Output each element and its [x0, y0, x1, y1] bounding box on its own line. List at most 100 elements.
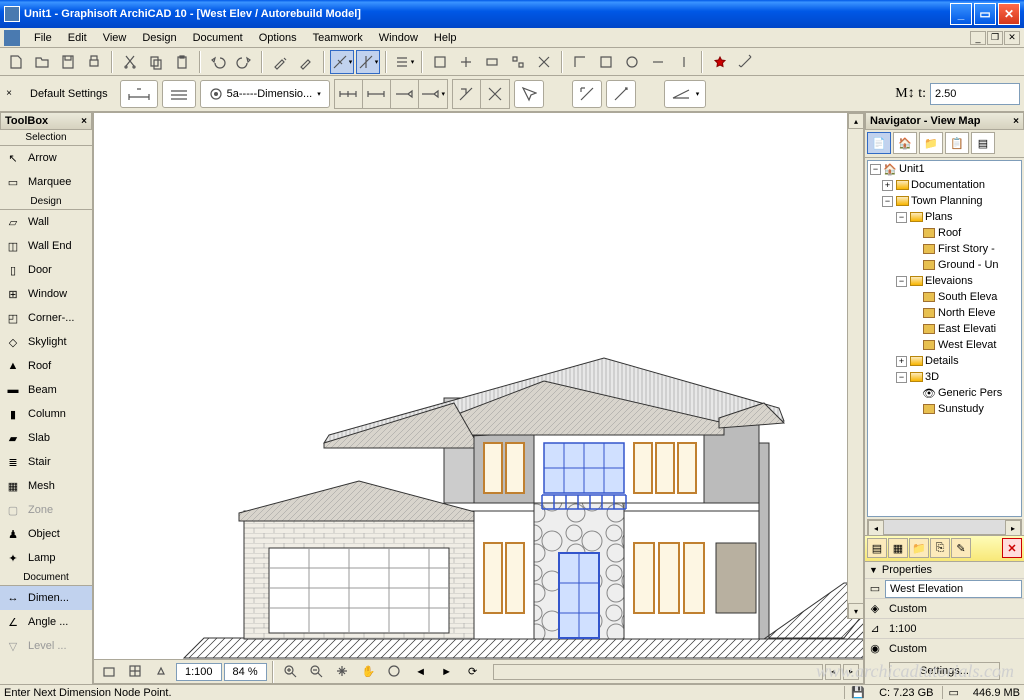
prev-view-button[interactable]: ◄: [409, 660, 433, 684]
mdi-close-button[interactable]: ✕: [1004, 31, 1020, 45]
tool-i-button[interactable]: [646, 50, 670, 74]
constraint-2[interactable]: [481, 80, 509, 108]
tool-marquee[interactable]: ▭Marquee: [0, 170, 92, 194]
cursor-snap-button[interactable]: [514, 80, 544, 108]
menu-teamwork[interactable]: Teamwork: [305, 30, 371, 46]
zoom-field[interactable]: 84 %: [224, 663, 267, 681]
tool-stair[interactable]: ≣Stair: [0, 450, 92, 474]
menu-help[interactable]: Help: [426, 30, 465, 46]
scroll-right-button[interactable]: ▸: [843, 664, 859, 680]
settings-button[interactable]: Settings...: [889, 662, 1000, 680]
zoom-out-button[interactable]: [305, 660, 329, 684]
hand-button[interactable]: ✋: [357, 660, 381, 684]
dim-mode-3[interactable]: [391, 80, 419, 108]
nav-rename-button[interactable]: ✎: [951, 538, 971, 558]
menu-edit[interactable]: Edit: [60, 30, 95, 46]
menu-window[interactable]: Window: [371, 30, 426, 46]
tool-wall-end[interactable]: ◫Wall End: [0, 234, 92, 258]
next-view-button[interactable]: ►: [435, 660, 459, 684]
tool-skylight[interactable]: ◇Skylight: [0, 330, 92, 354]
navigator-scrollbar-h[interactable]: ◂▸: [867, 519, 1022, 535]
open-button[interactable]: [30, 50, 54, 74]
tool-e-button[interactable]: [532, 50, 556, 74]
copy-button[interactable]: [144, 50, 168, 74]
paste-button[interactable]: [170, 50, 194, 74]
prop-custom1[interactable]: Custom: [885, 600, 1022, 618]
navigator-tree[interactable]: −🏠Unit1 +Documentation −Town Planning −P…: [867, 160, 1022, 517]
menu-document[interactable]: Document: [185, 30, 251, 46]
undo-button[interactable]: [206, 50, 230, 74]
floor-plan-button[interactable]: [162, 80, 196, 108]
edge-2-button[interactable]: [606, 80, 636, 108]
nav-save-button[interactable]: ▦: [888, 538, 908, 558]
navigator-close-icon[interactable]: ×: [1013, 116, 1019, 127]
default-settings-label[interactable]: Default Settings: [22, 88, 116, 100]
dim-mode-1[interactable]: [335, 80, 363, 108]
zoom-in-button[interactable]: [279, 660, 303, 684]
favorite-button[interactable]: [708, 50, 732, 74]
redo-button[interactable]: [232, 50, 256, 74]
tool-g-button[interactable]: [594, 50, 618, 74]
tool-dimension[interactable]: ↔Dimen...: [0, 586, 92, 610]
menu-view[interactable]: View: [95, 30, 135, 46]
nav-new-button[interactable]: ▤: [867, 538, 887, 558]
tool-a-button[interactable]: [428, 50, 452, 74]
prop-custom2[interactable]: Custom: [885, 640, 1022, 658]
dimension-layer-combo[interactable]: 5a-----Dimensio... ▾: [200, 80, 330, 108]
tool-wall[interactable]: ▱Wall: [0, 210, 92, 234]
m-field-input[interactable]: [930, 83, 1020, 105]
pan-button[interactable]: [331, 660, 355, 684]
tool-f-button[interactable]: [568, 50, 592, 74]
tool-object[interactable]: ♟Object: [0, 522, 92, 546]
tool-h-button[interactable]: [620, 50, 644, 74]
cut-button[interactable]: [118, 50, 142, 74]
dim-mode-2[interactable]: [363, 80, 391, 108]
tool-slab[interactable]: ▰Slab: [0, 426, 92, 450]
scroll-left-button[interactable]: ◂: [825, 664, 841, 680]
scale-field[interactable]: 1:100: [176, 663, 222, 681]
tool-corner[interactable]: ◰Corner-...: [0, 306, 92, 330]
tool-level[interactable]: ▽Level ...: [0, 634, 92, 658]
close-button[interactable]: ✕: [998, 3, 1020, 25]
dim-mode-4[interactable]: ▾: [419, 80, 447, 108]
nav-tab-layout[interactable]: 📁: [919, 132, 943, 154]
view-tool-3[interactable]: [150, 660, 174, 684]
maximize-button[interactable]: ▭: [974, 3, 996, 25]
menu-design[interactable]: Design: [134, 30, 184, 46]
mdi-minimize-button[interactable]: _: [970, 31, 986, 45]
tool-roof[interactable]: ▲Roof: [0, 354, 92, 378]
snap-mode-2-button[interactable]: ▾: [356, 50, 380, 74]
nav-tab-view[interactable]: 🏠: [893, 132, 917, 154]
tool-angle[interactable]: ∠Angle ...: [0, 610, 92, 634]
tool-mesh[interactable]: ▦Mesh: [0, 474, 92, 498]
nav-tab-project[interactable]: 📄: [867, 132, 891, 154]
nav-clone-button[interactable]: ⎘: [930, 538, 950, 558]
constraint-1[interactable]: [453, 80, 481, 108]
view-tool-1[interactable]: [98, 660, 122, 684]
tool-arrow[interactable]: ↖Arrow: [0, 146, 92, 170]
nav-folder-button[interactable]: 📁: [909, 538, 929, 558]
nav-delete-button[interactable]: ✕: [1002, 538, 1022, 558]
dimension-type-button[interactable]: [120, 80, 158, 108]
tool-j-button[interactable]: [672, 50, 696, 74]
tool-zone[interactable]: ▢Zone: [0, 498, 92, 522]
minimize-button[interactable]: _: [950, 3, 972, 25]
settings-dropdown[interactable]: ▾: [392, 50, 416, 74]
properties-header[interactable]: ▼Properties: [865, 562, 1024, 578]
view-tool-2[interactable]: [124, 660, 148, 684]
options-close-icon[interactable]: ×: [4, 88, 14, 99]
tool-b-button[interactable]: [454, 50, 478, 74]
tool-column[interactable]: ▮Column: [0, 402, 92, 426]
fit-button[interactable]: [383, 660, 407, 684]
home-view-button[interactable]: ⟳: [461, 660, 485, 684]
nav-tab-publisher[interactable]: 📋: [945, 132, 969, 154]
nav-tab-more[interactable]: ▤: [971, 132, 995, 154]
prop-name[interactable]: West Elevation: [885, 580, 1022, 598]
drawing-canvas[interactable]: ▴ ▾: [94, 113, 863, 659]
print-button[interactable]: [82, 50, 106, 74]
save-button[interactable]: [56, 50, 80, 74]
tool-lamp[interactable]: ✦Lamp: [0, 546, 92, 570]
menu-options[interactable]: Options: [251, 30, 305, 46]
inject-button[interactable]: [294, 50, 318, 74]
tool-d-button[interactable]: [506, 50, 530, 74]
